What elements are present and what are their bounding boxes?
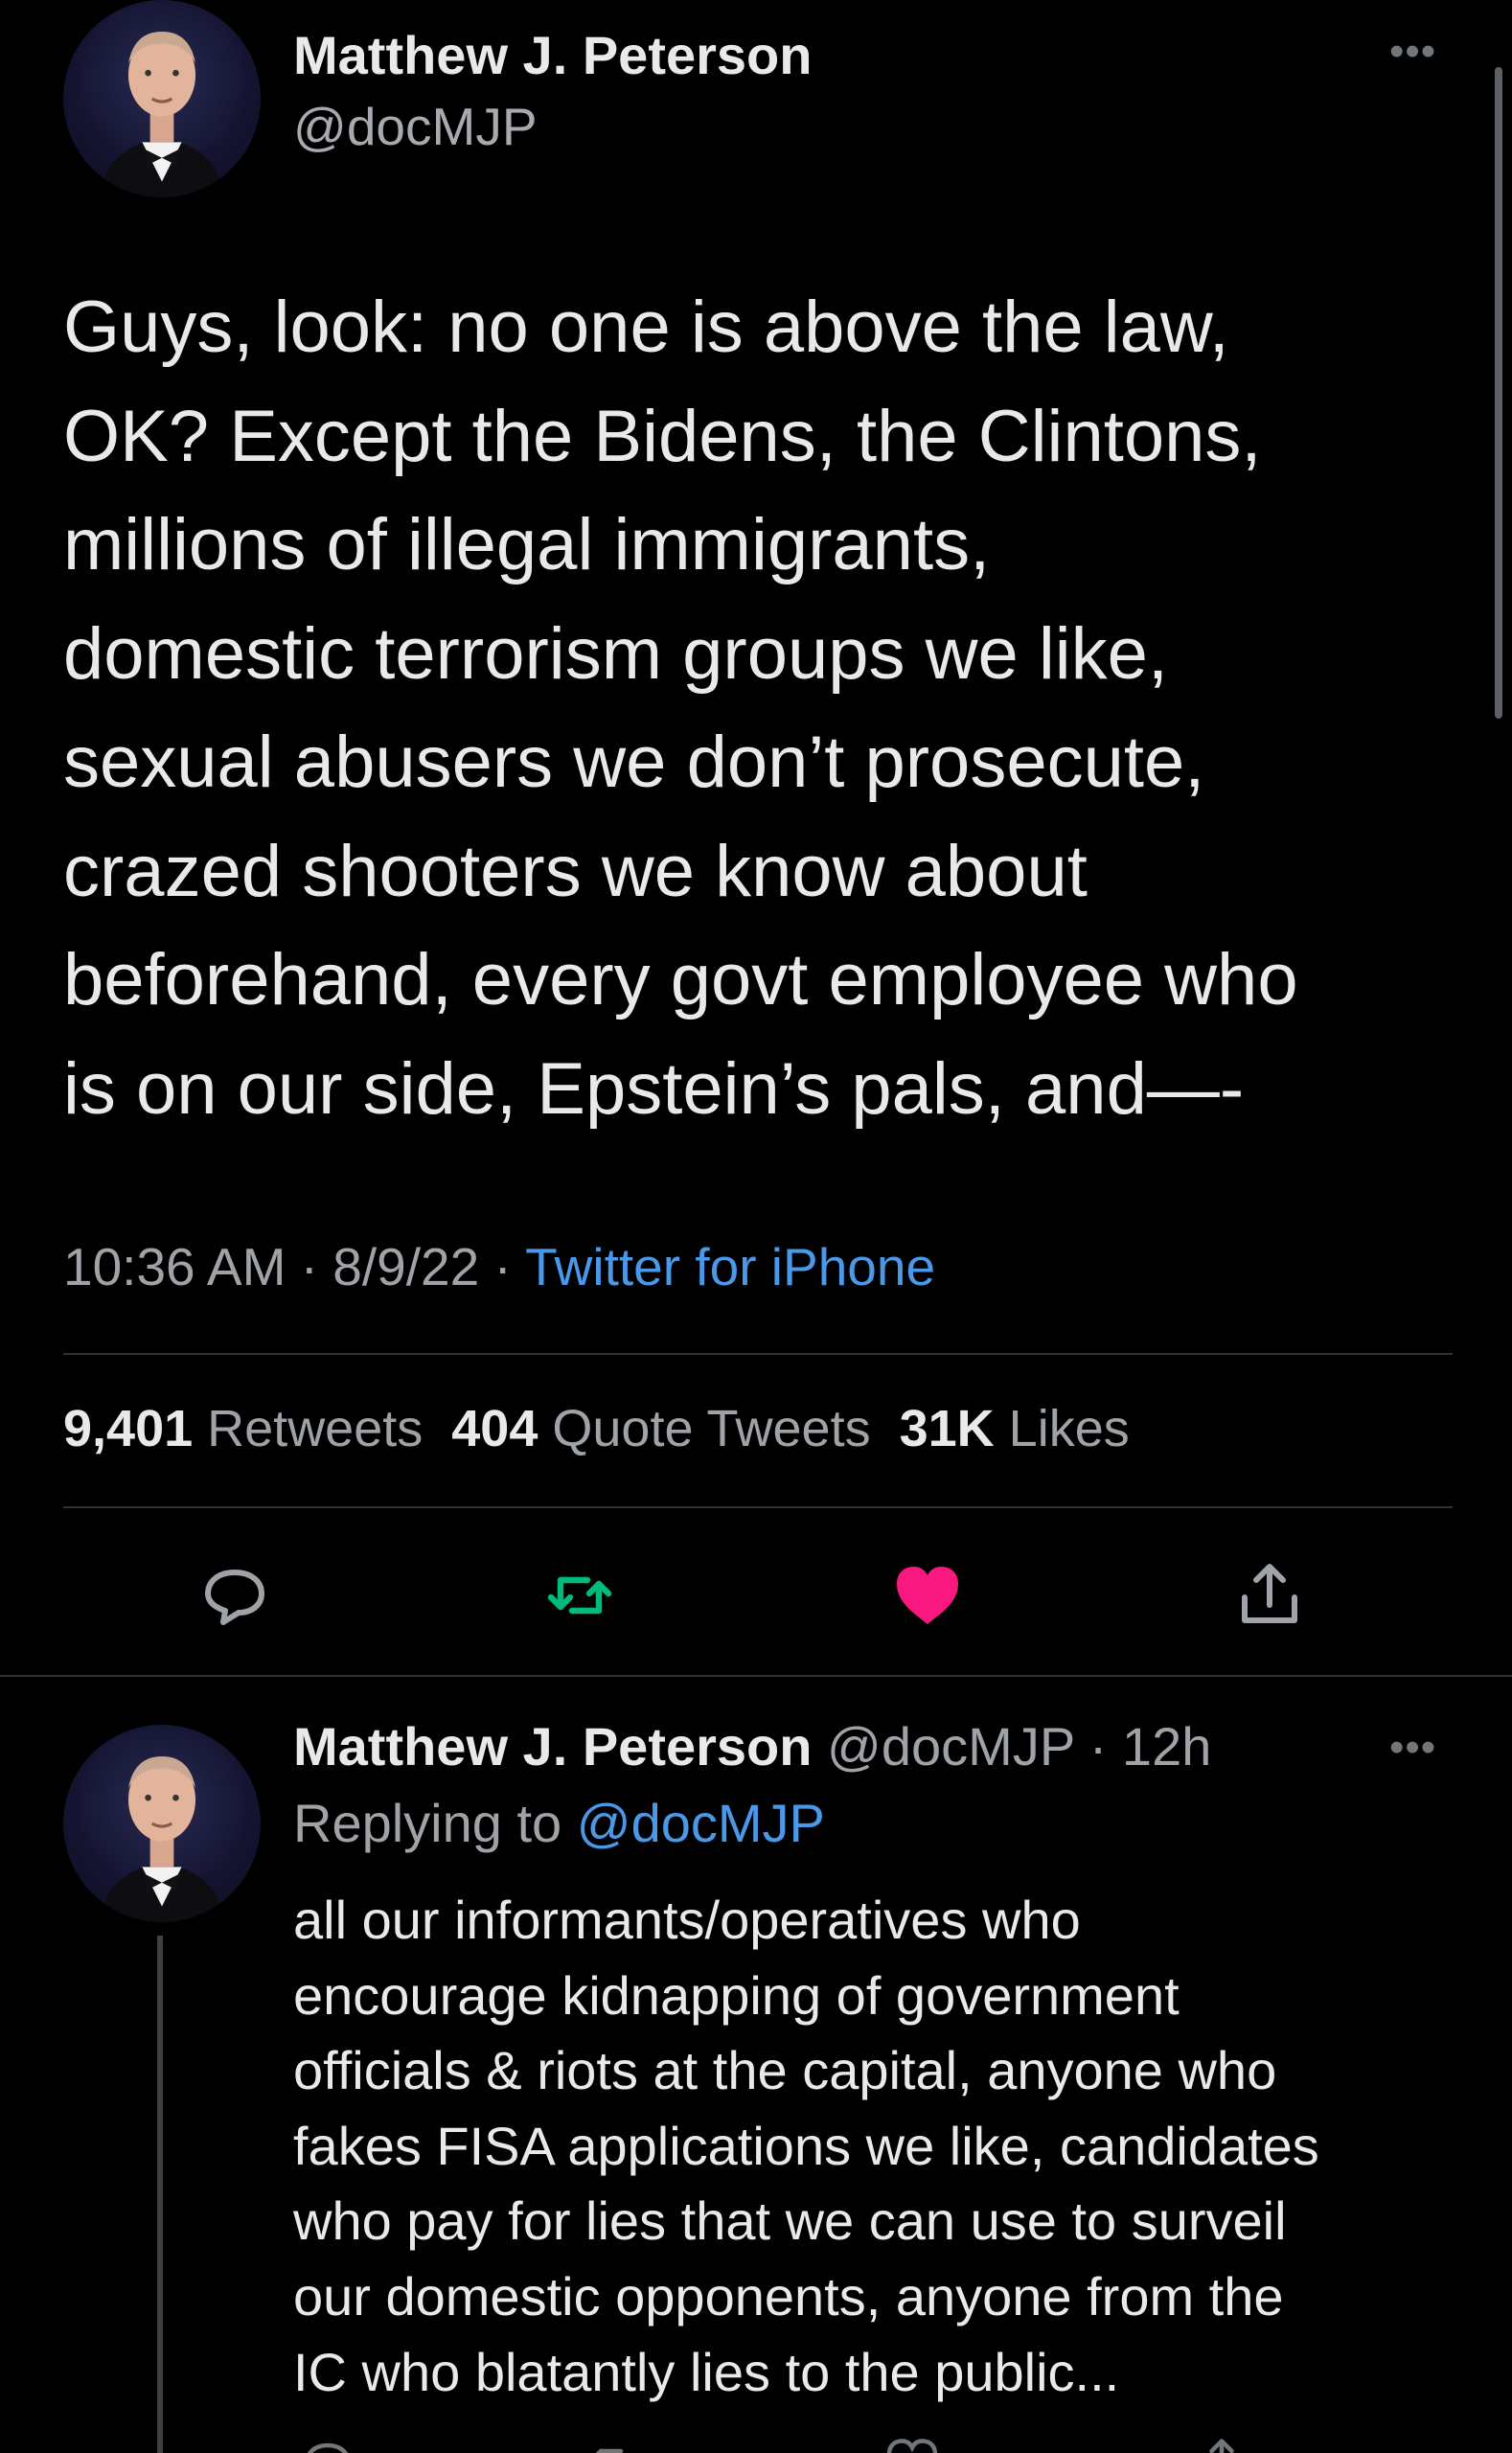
likes-label: Likes: [1008, 1400, 1130, 1457]
scrollbar[interactable]: [1495, 67, 1502, 719]
tweet-date: 8/9/22: [332, 1237, 480, 1296]
quotes-count: 404: [451, 1400, 538, 1457]
profile-photo-icon: [99, 31, 225, 197]
reply-text: all our informants/operatives who encour…: [293, 1890, 1319, 2402]
like-button[interactable]: [889, 1557, 966, 1634]
more-options-icon[interactable]: •••: [1389, 1727, 1436, 1769]
retweet-button[interactable]: [586, 2434, 644, 2453]
divider: [63, 1353, 1453, 1355]
divider: [63, 1506, 1453, 1508]
retweet-icon: [547, 1576, 612, 1615]
quote-tweets-stat[interactable]: 404 Quote Tweets: [451, 1400, 870, 1457]
heart-icon: [897, 1567, 958, 1624]
likes-stat[interactable]: 31K Likes: [900, 1400, 1130, 1457]
tweet-meta: 10:36 AM · 8/9/22 · Twitter for iPhone: [63, 1236, 935, 1297]
tweet-time: 10:36 AM: [63, 1237, 286, 1296]
replying-to-label: Replying to: [293, 1793, 577, 1853]
reply-button[interactable]: [299, 2434, 356, 2453]
divider: [0, 1675, 1512, 1677]
tweet-text: Guys, look: no one is above the law, OK?…: [63, 287, 1298, 1130]
retweets-count: 9,401: [63, 1400, 194, 1457]
author-name[interactable]: Matthew J. Peterson: [293, 24, 812, 86]
thread-line: [157, 1936, 163, 2453]
share-icon: [1209, 2439, 1234, 2453]
retweet-icon: [595, 2448, 624, 2453]
author-avatar[interactable]: [63, 0, 261, 197]
reply-header: Matthew J. Peterson @docMJP · 12h: [293, 1715, 1211, 1777]
reply-time[interactable]: 12h: [1122, 1716, 1211, 1777]
reply-button[interactable]: [196, 1557, 273, 1634]
meta-separator: ·: [479, 1237, 526, 1296]
meta-separator: ·: [286, 1237, 333, 1296]
more-options-icon[interactable]: •••: [1389, 31, 1436, 73]
reply-author-handle[interactable]: @docMJP: [827, 1716, 1074, 1777]
share-button[interactable]: [1231, 1557, 1308, 1634]
like-button[interactable]: [883, 2434, 941, 2453]
share-button[interactable]: [1193, 2434, 1250, 2453]
tweet-source-link[interactable]: Twitter for iPhone: [525, 1237, 935, 1296]
reply-icon: [205, 1570, 264, 1625]
reply-author-avatar[interactable]: [63, 1725, 261, 1922]
replying-to-mention[interactable]: @docMJP: [577, 1793, 825, 1853]
retweets-stat[interactable]: 9,401 Retweets: [63, 1400, 423, 1457]
heart-outline-icon: [886, 2439, 938, 2453]
quotes-label: Quote Tweets: [552, 1400, 871, 1457]
reply-icon: [308, 2442, 348, 2453]
tweet-stats: 9,401 Retweets 404 Quote Tweets 31K Likes: [63, 1399, 1130, 1458]
replying-to: Replying to @docMJP: [293, 1792, 825, 1854]
reply-author-name[interactable]: Matthew J. Peterson: [293, 1716, 812, 1777]
share-icon: [1242, 1564, 1297, 1623]
author-handle[interactable]: @docMJP: [293, 96, 538, 157]
likes-count: 31K: [899, 1400, 995, 1457]
meta-separator: ·: [1074, 1716, 1122, 1777]
retweets-label: Retweets: [207, 1400, 424, 1457]
retweet-button[interactable]: [541, 1557, 618, 1634]
profile-photo-icon: [99, 1755, 225, 1922]
